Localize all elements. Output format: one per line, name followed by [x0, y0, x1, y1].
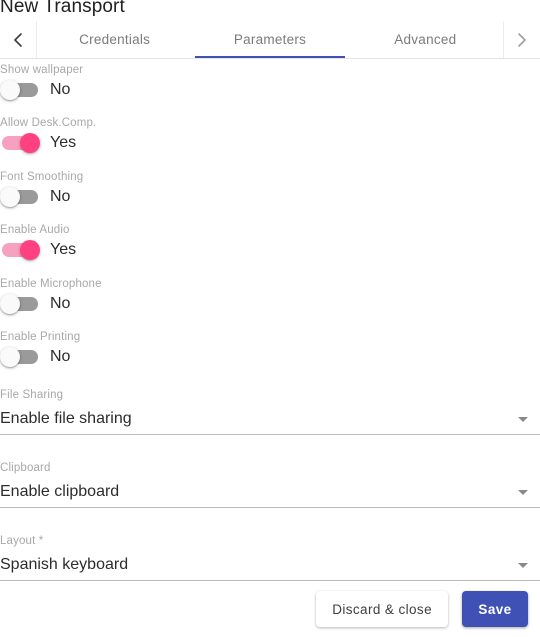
field-layout: Layout * Spanish keyboard [0, 525, 540, 581]
tab-scroll-next-button[interactable] [504, 21, 540, 58]
field-label: Font Smoothing [0, 170, 84, 183]
field-font-smoothing: Font Smoothing No [0, 166, 540, 219]
switch-track[interactable] [0, 80, 38, 100]
tab-label: Credentials [79, 32, 151, 47]
toggle-show-wallpaper[interactable]: No [0, 80, 70, 100]
parameters-form: Show wallpaper No Allow Desk.Comp. Yes F… [0, 59, 540, 581]
field-label: File Sharing [0, 389, 64, 402]
page-title: New Transport [0, 0, 125, 17]
field-label: Enable Audio [0, 224, 70, 237]
switch-track[interactable] [2, 240, 40, 261]
switch-knob [20, 240, 40, 261]
toggle-value: No [50, 187, 71, 205]
chevron-right-icon [515, 31, 529, 49]
select-value: Enable file sharing [0, 410, 132, 428]
tab-bar: Credentials Parameters Advanced [0, 21, 540, 59]
field-underline [0, 507, 540, 509]
tab-credentials[interactable]: Credentials [37, 21, 192, 58]
toggle-value: No [50, 347, 71, 365]
switch-track[interactable] [0, 293, 38, 314]
tab-list: Credentials Parameters Advanced [36, 21, 504, 58]
switch-track[interactable] [2, 133, 40, 154]
field-enable-microphone: Enable Microphone No [0, 273, 540, 326]
toggle-enable-printing[interactable]: No [0, 346, 71, 367]
field-label: Allow Desk.Comp. [0, 117, 97, 130]
field-label: Show wallpaper [0, 64, 84, 76]
dropdown-arrow-icon [518, 489, 528, 495]
switch-knob [0, 346, 20, 367]
field-allow-desk-comp: Allow Desk.Comp. Yes [0, 112, 540, 165]
toggle-enable-microphone[interactable]: No [0, 293, 71, 314]
save-button[interactable]: Save [462, 591, 528, 627]
tab-advanced[interactable]: Advanced [348, 21, 503, 58]
tab-label: Parameters [233, 32, 307, 47]
field-label: Enable Printing [0, 330, 81, 343]
switch-knob [0, 186, 20, 207]
field-enable-audio: Enable Audio Yes [0, 219, 540, 272]
toggle-value: No [50, 81, 71, 98]
tab-parameters[interactable]: Parameters [192, 21, 347, 58]
select-file-sharing[interactable]: Enable file sharing [0, 405, 540, 433]
field-clipboard: Clipboard Enable clipboard [0, 452, 540, 525]
dropdown-arrow-icon [518, 416, 528, 422]
field-show-wallpaper: Show wallpaper No [0, 59, 540, 112]
switch-track[interactable] [0, 186, 38, 207]
select-clipboard[interactable]: Enable clipboard [0, 478, 540, 506]
select-value: Spanish keyboard [0, 556, 129, 574]
switch-knob [20, 133, 40, 154]
field-label: Enable Microphone [0, 277, 102, 290]
field-file-sharing: File Sharing Enable file sharing [0, 379, 540, 452]
tab-label: Advanced [394, 32, 457, 47]
chevron-left-icon [11, 31, 25, 49]
toggle-value: Yes [50, 241, 77, 259]
toggle-enable-audio[interactable]: Yes [0, 240, 77, 261]
tab-scroll-prev-button[interactable] [0, 21, 36, 58]
switch-knob [0, 80, 20, 100]
toggle-value: Yes [50, 134, 77, 152]
toggle-group: Show wallpaper No Allow Desk.Comp. Yes F… [0, 59, 540, 379]
field-enable-printing: Enable Printing No [0, 326, 540, 379]
field-label: Clipboard [0, 462, 51, 475]
field-label: Layout * [0, 535, 44, 548]
switch-track[interactable] [0, 346, 38, 367]
dropdown-arrow-icon [518, 562, 528, 568]
field-underline [0, 434, 540, 436]
select-value: Enable clipboard [0, 483, 120, 501]
toggle-allow-desk-comp[interactable]: Yes [0, 133, 77, 154]
select-layout[interactable]: Spanish keyboard [0, 551, 540, 579]
toggle-font-smoothing[interactable]: No [0, 186, 71, 207]
switch-knob [0, 293, 20, 314]
dialog-footer: Discard & close Save [0, 581, 540, 637]
toggle-value: No [50, 294, 71, 312]
discard-and-close-button[interactable]: Discard & close [316, 591, 448, 627]
